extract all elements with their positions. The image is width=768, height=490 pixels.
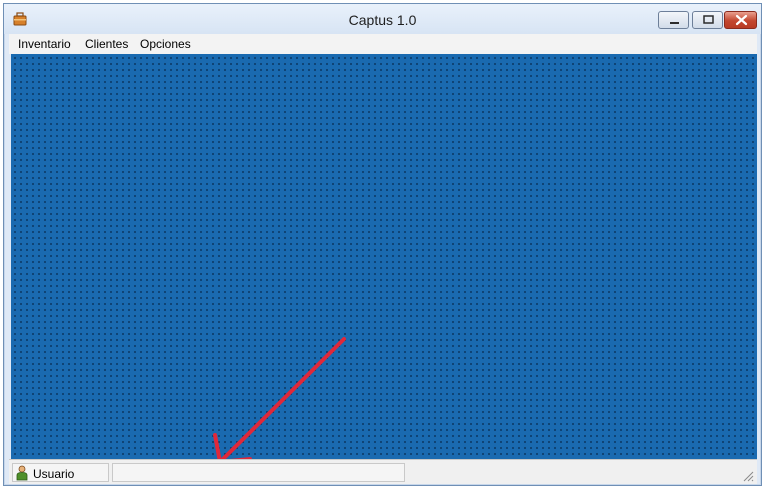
status-user-label: Usuario xyxy=(33,467,75,481)
close-button[interactable] xyxy=(724,11,757,29)
mdi-client-area[interactable] xyxy=(11,54,757,460)
close-icon xyxy=(735,14,748,26)
status-bar: Usuario xyxy=(9,459,757,484)
user-icon xyxy=(16,465,28,481)
restore-button[interactable] xyxy=(692,11,723,29)
app-window: Captus 1.0 Inventario Clientes Opciones xyxy=(3,3,762,486)
menu-opciones[interactable]: Opciones xyxy=(140,37,191,51)
minimize-button[interactable] xyxy=(658,11,689,29)
menu-clientes[interactable]: Clientes xyxy=(85,37,128,51)
menu-bar: Inventario Clientes Opciones xyxy=(9,34,757,54)
minimize-icon xyxy=(670,22,679,24)
restore-icon xyxy=(703,15,714,24)
status-panel-message xyxy=(112,463,405,482)
window-title: Captus 1.0 xyxy=(348,12,417,28)
resize-grip-icon[interactable] xyxy=(742,470,754,482)
title-bar[interactable]: Captus 1.0 xyxy=(4,4,761,34)
red-arrow-icon xyxy=(213,337,346,460)
status-panel-user: Usuario xyxy=(12,463,109,482)
menu-inventario[interactable]: Inventario xyxy=(18,37,71,51)
